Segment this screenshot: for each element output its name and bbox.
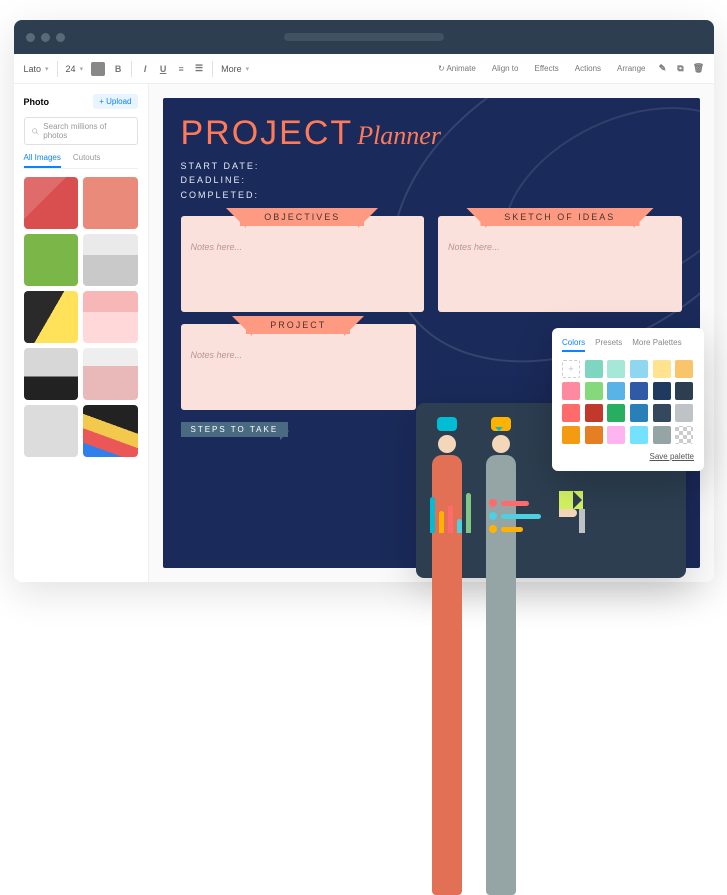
upload-button[interactable]: + Upload <box>93 94 137 109</box>
ribbon-steps: STEPS TO TAKE <box>181 422 289 437</box>
search-input[interactable]: Search millions of photos <box>24 117 138 145</box>
notes-placeholder[interactable]: Notes here... <box>448 242 672 252</box>
palette-add-button[interactable]: + <box>562 360 580 378</box>
ribbon-objectives: OBJECTIVES <box>240 208 364 226</box>
photo-thumb[interactable] <box>24 234 79 286</box>
sidebar-title: Photo <box>24 97 50 107</box>
photo-thumb[interactable] <box>83 348 138 400</box>
notes-placeholder[interactable]: Notes here... <box>191 350 406 360</box>
palette-swatch[interactable] <box>585 426 603 444</box>
titlebar <box>14 20 714 54</box>
actions-button[interactable]: Actions <box>571 62 605 75</box>
notes-placeholder[interactable]: Notes here... <box>191 242 415 252</box>
palette-swatch[interactable] <box>607 404 625 422</box>
palette-swatch[interactable] <box>607 426 625 444</box>
palette-swatch[interactable] <box>630 404 648 422</box>
tab-cutouts[interactable]: Cutouts <box>73 153 101 168</box>
palette-swatch[interactable] <box>675 426 693 444</box>
avatar-female-icon <box>430 435 464 475</box>
chevron-down-icon: ▾ <box>246 65 250 73</box>
avatar-male-icon <box>484 435 518 475</box>
bar-chart-icon <box>430 489 471 533</box>
palette-swatch[interactable] <box>585 382 603 400</box>
palette-swatch[interactable] <box>630 426 648 444</box>
palette-swatch[interactable] <box>675 360 693 378</box>
maximize-icon[interactable] <box>56 33 65 42</box>
card-objectives[interactable]: OBJECTIVES Notes here... <box>181 216 425 312</box>
chevron-down-icon: ▾ <box>80 65 84 73</box>
list-icon[interactable]: ☰ <box>194 64 204 74</box>
speech-bubble-icon <box>491 417 511 431</box>
photo-grid <box>24 177 138 457</box>
photo-thumb[interactable] <box>24 348 79 400</box>
tab-all-images[interactable]: All Images <box>24 153 61 168</box>
photo-thumb[interactable] <box>24 177 79 229</box>
font-select[interactable]: Lato ▾ <box>24 64 49 74</box>
window-controls <box>26 33 65 42</box>
palette-swatch[interactable] <box>675 382 693 400</box>
ribbon-project: PROJECT <box>246 316 350 334</box>
font-size-select[interactable]: 24 ▾ <box>66 64 84 74</box>
save-palette-link[interactable]: Save palette <box>562 452 694 461</box>
chevron-down-icon: ▾ <box>45 65 49 73</box>
photo-thumb[interactable] <box>83 234 138 286</box>
italic-button[interactable]: I <box>140 64 150 74</box>
palette-swatch[interactable] <box>585 404 603 422</box>
palette-swatch[interactable] <box>562 426 580 444</box>
align-icon[interactable]: ≡ <box>176 64 186 74</box>
toolbar: Lato ▾ 24 ▾ B I U ≡ ☰ More ▾ ↻ Animate A… <box>14 54 714 84</box>
bold-button[interactable]: B <box>113 64 123 74</box>
flag-hand-icon <box>559 491 585 533</box>
font-label: Lato <box>24 64 42 74</box>
wand-icon[interactable]: ✎ <box>658 64 668 74</box>
palette-swatch[interactable] <box>585 360 603 378</box>
palette-swatch[interactable] <box>675 404 693 422</box>
animate-button[interactable]: ↻ Animate <box>434 62 480 75</box>
minimize-icon[interactable] <box>41 33 50 42</box>
search-icon <box>31 127 40 136</box>
speech-bubble-icon <box>437 417 457 431</box>
alignto-button[interactable]: Align to <box>488 62 523 75</box>
palette-swatch[interactable] <box>562 404 580 422</box>
planner-title[interactable]: PROJECTPlanner <box>181 114 682 153</box>
palette-swatch[interactable] <box>653 382 671 400</box>
card-sketch[interactable]: SKETCH OF IDEAS Notes here... <box>438 216 682 312</box>
effects-button[interactable]: Effects <box>530 62 562 75</box>
palette-swatch[interactable] <box>630 382 648 400</box>
close-icon[interactable] <box>26 33 35 42</box>
palette-swatch[interactable] <box>562 382 580 400</box>
palette-tab-presets[interactable]: Presets <box>595 338 622 352</box>
more-menu[interactable]: More ▾ <box>221 64 249 74</box>
palette-swatch[interactable] <box>607 360 625 378</box>
palette-swatch[interactable] <box>653 360 671 378</box>
arrange-button[interactable]: Arrange <box>613 62 649 75</box>
ribbon-sketch: SKETCH OF IDEAS <box>480 208 639 226</box>
palette-swatch[interactable] <box>653 404 671 422</box>
color-swatch[interactable] <box>91 62 105 76</box>
photo-thumb[interactable] <box>83 291 138 343</box>
url-bar[interactable] <box>284 33 444 41</box>
palette-swatch[interactable] <box>607 382 625 400</box>
photo-thumb[interactable] <box>83 177 138 229</box>
palette-swatch[interactable] <box>630 360 648 378</box>
photo-thumb[interactable] <box>24 291 79 343</box>
copy-icon[interactable]: ⧉ <box>676 64 686 74</box>
palette-tab-more[interactable]: More Palettes <box>632 338 681 352</box>
trash-icon[interactable]: 🗑 <box>694 64 704 74</box>
photo-thumb[interactable] <box>83 405 138 457</box>
card-project[interactable]: PROJECT Notes here... <box>181 324 416 410</box>
list-icon <box>489 499 541 533</box>
color-palette-popup: Colors Presets More Palettes + Save pale… <box>552 328 704 471</box>
sidebar: Photo + Upload Search millions of photos… <box>14 84 149 582</box>
palette-swatch[interactable] <box>653 426 671 444</box>
font-size-label: 24 <box>66 64 76 74</box>
underline-button[interactable]: U <box>158 64 168 74</box>
planner-meta[interactable]: START DATE: DEADLINE: COMPLETED: <box>181 159 682 202</box>
palette-tab-colors[interactable]: Colors <box>562 338 585 352</box>
photo-thumb[interactable] <box>24 405 79 457</box>
